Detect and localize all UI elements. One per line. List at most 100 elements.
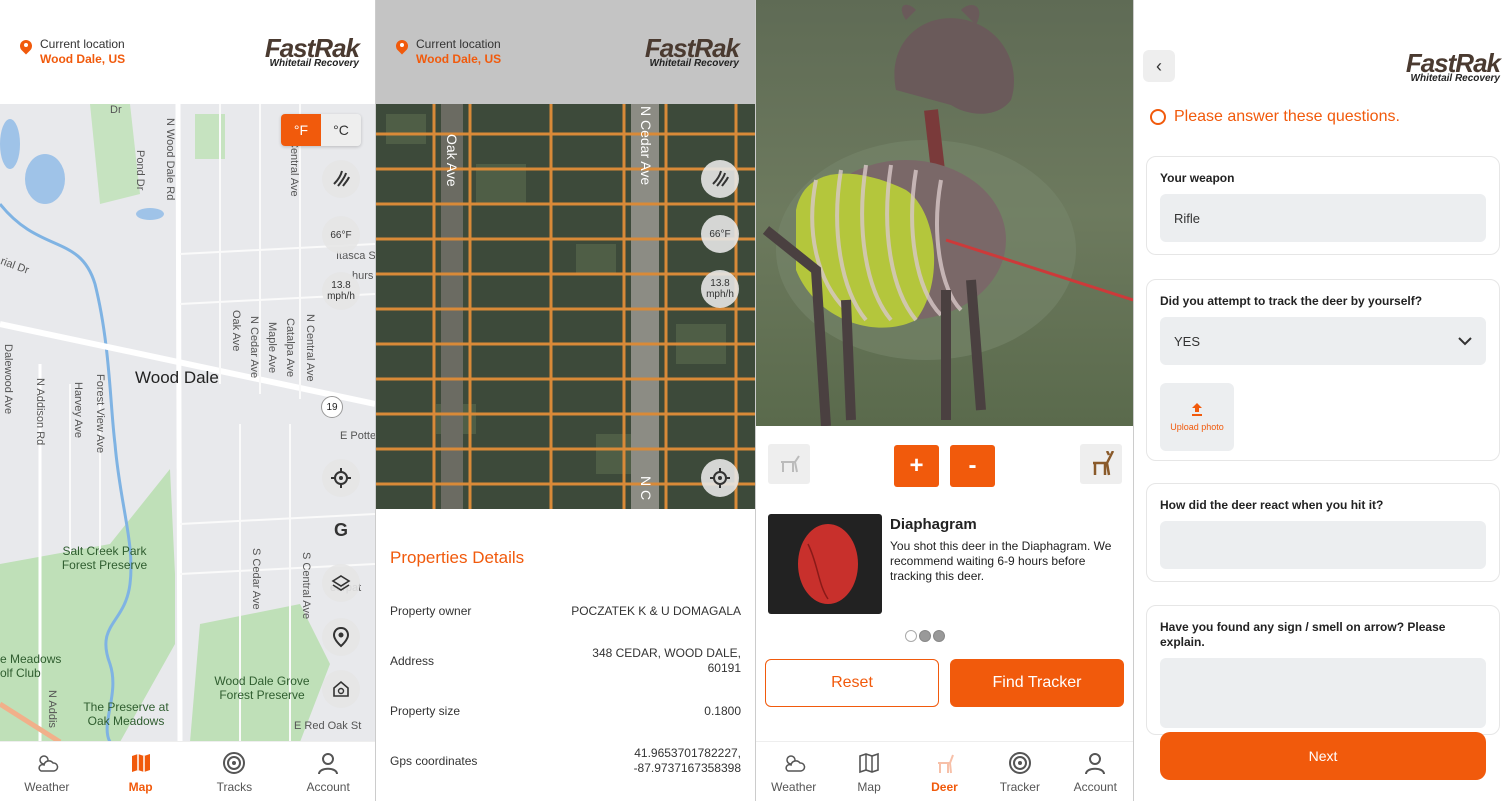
map-icon <box>856 750 882 776</box>
organ-description: You shot this deer in the Diaphagram. We… <box>890 539 1112 583</box>
map-label-n-central: N Central Ave <box>304 314 316 382</box>
wind-speed-button[interactable]: 13.8 mph/h <box>322 272 360 310</box>
current-location[interactable]: Current location Wood Dale, US <box>396 37 501 67</box>
zoom-out-button[interactable]: - <box>950 445 995 487</box>
wind-speed-value: 13.8 <box>331 280 351 291</box>
app-logo: FastRak Whitetail Recovery <box>264 33 360 69</box>
map-label-s-central: S Central Ave <box>300 552 312 620</box>
weather-icon <box>34 750 60 776</box>
deer-side-view-thumb[interactable] <box>1080 444 1122 484</box>
deer-front-view-thumb[interactable] <box>768 444 810 484</box>
deer-reaction-field[interactable] <box>1160 521 1486 569</box>
track-yourself-select[interactable]: YES <box>1160 317 1486 365</box>
weapon-field[interactable]: Rifle <box>1160 194 1486 242</box>
layers-icon[interactable] <box>322 564 360 602</box>
app-logo: FastRak Whitetail Recovery <box>1405 48 1501 84</box>
carousel-dot[interactable] <box>919 630 931 642</box>
nav-deer[interactable]: Deer <box>909 750 979 794</box>
find-tracker-button[interactable]: Find Tracker <box>950 659 1124 707</box>
question-card: Have you found any sign / smell on arrow… <box>1146 605 1500 735</box>
question-label: How did the deer react when you hit it? <box>1160 498 1384 512</box>
deer-skeleton-illustration <box>762 4 1133 426</box>
deer-3d-view[interactable] <box>756 0 1133 426</box>
temperature-button[interactable]: 66°F <box>322 216 360 254</box>
google-icon[interactable]: G <box>322 511 360 549</box>
wind-speed-button[interactable]: 13.8 mph/h <box>701 270 739 308</box>
property-owner-label: Property owner <box>390 604 472 618</box>
zoom-in-button[interactable]: + <box>894 445 939 487</box>
map-label-cedar: N Cedar Ave <box>248 316 260 379</box>
map-label-e-potter: E Potte <box>340 430 375 442</box>
address-value: 348 CEDAR, WOOD DALE, 60191 <box>592 646 741 675</box>
question-label: Have you found any sign / smell on arrow… <box>1160 620 1446 649</box>
questions-screen: ‹ FastRak Whitetail Recovery Please answ… <box>1134 0 1512 801</box>
carousel-dot[interactable] <box>905 630 917 642</box>
property-owner-value: POCZATEK K & U DOMAGALA <box>571 603 741 618</box>
map-label-red-oak: E Red Oak St <box>294 720 362 732</box>
map-city-label: Wood Dale <box>135 368 219 387</box>
locate-me-icon[interactable] <box>701 459 739 497</box>
question-label: Your weapon <box>1160 171 1235 185</box>
header: Current location Wood Dale, US FastRak W… <box>0 0 375 104</box>
satellite-map[interactable]: Oak Ave N Cedar Ave N C 66°F 13.8 mph/h <box>376 104 755 509</box>
wind-icon[interactable] <box>322 160 360 198</box>
property-details: Properties Details Property owner POCZAT… <box>376 510 755 801</box>
unit-c-button[interactable]: °C <box>321 114 361 146</box>
map-label-maple: Maple Ave <box>266 322 278 374</box>
carousel-dots[interactable] <box>905 630 945 642</box>
property-details-title: Properties Details <box>390 548 525 567</box>
street-label-oak: Oak Ave <box>444 134 460 187</box>
nav-tracker[interactable]: Tracker <box>985 750 1055 794</box>
nav-map[interactable]: Map <box>106 750 176 794</box>
map-label-catalpa: Catalpa Ave <box>284 318 296 378</box>
location-value: Wood Dale, US <box>416 52 502 66</box>
map-label-dr: Dr <box>110 104 122 116</box>
location-label: Current location <box>40 37 125 51</box>
map-label-s-cedar: S Cedar Ave <box>250 548 262 610</box>
map-label-salt-creek: Salt Creek Park Forest Preserve <box>61 544 148 572</box>
current-location[interactable]: Current location Wood Dale, US <box>20 37 125 67</box>
location-pin-icon <box>396 40 408 52</box>
header: Current location Wood Dale, US FastRak W… <box>376 0 755 104</box>
map-label-dalewood: Dalewood Ave <box>2 344 14 415</box>
map-label-forest-view: Forest View Ave <box>94 374 106 454</box>
nav-map[interactable]: Map <box>834 750 904 794</box>
locate-me-icon[interactable] <box>322 459 360 497</box>
bottom-nav: Weather Map Tracks Account <box>0 741 375 801</box>
back-button[interactable]: ‹ <box>1143 50 1175 82</box>
upload-photo-button[interactable]: Upload photo <box>1160 383 1234 451</box>
gps-value: 41.9653701782227, -87.9737167358398 <box>633 746 741 775</box>
carousel-dot[interactable] <box>933 630 945 642</box>
nav-account[interactable]: Account <box>293 750 363 794</box>
next-button[interactable]: Next <box>1160 732 1486 780</box>
chevron-down-icon <box>1458 337 1472 346</box>
weather-icon <box>781 750 807 776</box>
map-label-preserve-oak: The Preserve at Oak Meadows <box>83 700 169 728</box>
tracker-icon <box>1007 750 1033 776</box>
organ-image <box>768 514 882 614</box>
nav-tracks[interactable]: Tracks <box>199 750 269 794</box>
arrow-sign-field[interactable] <box>1160 658 1486 728</box>
nav-weather[interactable]: Weather <box>12 750 82 794</box>
organ-info: Diaphagram You shot this deer in the Dia… <box>890 516 1120 584</box>
deer-controls: + - <box>756 444 1133 488</box>
map-label-wood-dale-grove: Wood Dale Grove Forest Preserve <box>214 674 310 702</box>
route-shield: 19 <box>321 396 343 418</box>
unit-f-button[interactable]: °F <box>281 114 321 146</box>
question-card: How did the deer react when you hit it? <box>1146 483 1500 582</box>
wind-icon[interactable] <box>701 160 739 198</box>
nav-weather[interactable]: Weather <box>759 750 829 794</box>
organ-name: Diaphagram <box>890 516 977 533</box>
street-label-cedar: N Cedar Ave <box>638 106 654 186</box>
question-label: Did you attempt to track the deer by you… <box>1160 294 1423 308</box>
nav-account[interactable]: Account <box>1060 750 1130 794</box>
map-label-central-ave: Central Ave <box>288 140 300 197</box>
reset-button[interactable]: Reset <box>765 659 939 707</box>
property-search-icon[interactable] <box>322 670 360 708</box>
property-row: Property owner POCZATEK K & U DOMAGALA <box>390 586 741 636</box>
satellite-canvas <box>376 104 755 509</box>
map-view[interactable]: Dr N Wood Dale Rd Pond Dr Central Ave It… <box>0 104 375 742</box>
temperature-unit-toggle[interactable]: °F °C <box>281 114 361 146</box>
temperature-button[interactable]: 66°F <box>701 215 739 253</box>
map-pin-icon[interactable] <box>322 618 360 656</box>
